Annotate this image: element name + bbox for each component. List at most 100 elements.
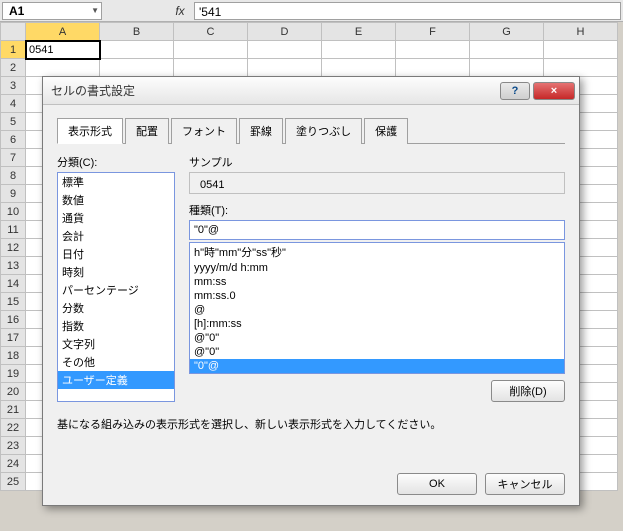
cell[interactable] xyxy=(470,41,544,59)
type-label: 種類(T): xyxy=(189,202,565,218)
hint-text: 基になる組み込みの表示形式を選択し、新しい表示形式を入力してください。 xyxy=(57,416,565,432)
tab-4[interactable]: 塗りつぶし xyxy=(285,118,362,144)
name-box[interactable]: A1 ▼ xyxy=(2,2,102,20)
category-item[interactable]: ユーザー定義 xyxy=(58,371,174,389)
cell[interactable] xyxy=(248,41,322,59)
format-cells-dialog: セルの書式設定 ? × 表示形式配置フォント罫線塗りつぶし保護 分類(C): 標… xyxy=(42,76,580,506)
sample-value: 0541 xyxy=(200,179,224,191)
cell[interactable] xyxy=(544,41,618,59)
type-item[interactable]: @"0" xyxy=(190,345,564,359)
row-header[interactable]: 3 xyxy=(1,77,26,95)
type-item[interactable]: @"0" xyxy=(190,331,564,345)
category-item[interactable]: 指数 xyxy=(58,317,174,335)
category-item[interactable]: 分数 xyxy=(58,299,174,317)
cell[interactable] xyxy=(100,59,174,77)
row-header[interactable]: 2 xyxy=(1,59,26,77)
row-header[interactable]: 18 xyxy=(1,347,26,365)
column-header[interactable]: E xyxy=(322,23,396,41)
row-header[interactable]: 4 xyxy=(1,95,26,113)
column-header[interactable]: A xyxy=(26,23,100,41)
sample-box: 0541 xyxy=(189,172,565,194)
category-item[interactable]: 日付 xyxy=(58,245,174,263)
row-header[interactable]: 1 xyxy=(1,41,26,59)
type-edit-input[interactable] xyxy=(189,220,565,240)
cell[interactable] xyxy=(100,41,174,59)
tab-1[interactable]: 配置 xyxy=(125,118,169,144)
category-item[interactable]: 通貨 xyxy=(58,209,174,227)
row-header[interactable]: 22 xyxy=(1,419,26,437)
row-header[interactable]: 9 xyxy=(1,185,26,203)
cell[interactable] xyxy=(470,59,544,77)
row-header[interactable]: 19 xyxy=(1,365,26,383)
tab-3[interactable]: 罫線 xyxy=(239,118,283,144)
category-list[interactable]: 標準数値通貨会計日付時刻パーセンテージ分数指数文字列その他ユーザー定義 xyxy=(57,172,175,402)
column-header[interactable]: C xyxy=(174,23,248,41)
type-item[interactable]: mm:ss.0 xyxy=(190,289,564,303)
dialog-title: セルの書式設定 xyxy=(51,82,500,99)
column-header[interactable]: B xyxy=(100,23,174,41)
dialog-titlebar[interactable]: セルの書式設定 ? × xyxy=(43,77,579,105)
tab-0[interactable]: 表示形式 xyxy=(57,118,123,144)
row-header[interactable]: 8 xyxy=(1,167,26,185)
cell[interactable] xyxy=(26,59,100,77)
category-item[interactable]: 会計 xyxy=(58,227,174,245)
category-item[interactable]: 数値 xyxy=(58,191,174,209)
cell[interactable] xyxy=(544,59,618,77)
sample-label: サンプル xyxy=(189,154,565,170)
row-header[interactable]: 10 xyxy=(1,203,26,221)
type-item[interactable]: "0"@ xyxy=(190,359,564,373)
row-header[interactable]: 16 xyxy=(1,311,26,329)
tab-5[interactable]: 保護 xyxy=(364,118,408,144)
cell[interactable] xyxy=(174,59,248,77)
row-header[interactable]: 17 xyxy=(1,329,26,347)
chevron-down-icon[interactable]: ▼ xyxy=(91,6,99,15)
row-header[interactable]: 14 xyxy=(1,275,26,293)
cell[interactable] xyxy=(322,41,396,59)
row-header[interactable]: 7 xyxy=(1,149,26,167)
formula-input[interactable]: '541 xyxy=(194,2,621,20)
row-header[interactable]: 11 xyxy=(1,221,26,239)
row-header[interactable]: 21 xyxy=(1,401,26,419)
row-header[interactable]: 13 xyxy=(1,257,26,275)
column-header[interactable]: F xyxy=(396,23,470,41)
column-header[interactable]: D xyxy=(248,23,322,41)
row-header[interactable]: 23 xyxy=(1,437,26,455)
fx-icon[interactable]: fx xyxy=(170,4,190,18)
cell[interactable] xyxy=(396,41,470,59)
category-item[interactable]: 文字列 xyxy=(58,335,174,353)
row-header[interactable]: 5 xyxy=(1,113,26,131)
name-box-value: A1 xyxy=(9,4,24,18)
row-header[interactable]: 20 xyxy=(1,383,26,401)
category-item[interactable]: パーセンテージ xyxy=(58,281,174,299)
type-item[interactable]: yyyy/m/d h:mm xyxy=(190,261,564,275)
column-header[interactable]: G xyxy=(470,23,544,41)
column-header[interactable]: H xyxy=(544,23,618,41)
category-item[interactable]: その他 xyxy=(58,353,174,371)
help-button[interactable]: ? xyxy=(500,82,530,100)
type-item[interactable]: mm:ss xyxy=(190,275,564,289)
category-item[interactable]: 時刻 xyxy=(58,263,174,281)
row-header[interactable]: 12 xyxy=(1,239,26,257)
type-item[interactable]: [h]:mm:ss xyxy=(190,317,564,331)
cell[interactable] xyxy=(248,59,322,77)
type-item[interactable]: h"時"mm"分"ss"秒" xyxy=(190,243,564,261)
cell[interactable] xyxy=(322,59,396,77)
ok-button[interactable]: OK xyxy=(397,473,477,495)
tab-2[interactable]: フォント xyxy=(171,118,237,144)
close-button[interactable]: × xyxy=(533,82,575,100)
type-item[interactable]: @ xyxy=(190,303,564,317)
cell[interactable] xyxy=(174,41,248,59)
dialog-tabs: 表示形式配置フォント罫線塗りつぶし保護 xyxy=(57,117,565,144)
row-header[interactable]: 25 xyxy=(1,473,26,491)
cancel-button[interactable]: キャンセル xyxy=(485,473,565,495)
category-item[interactable]: 標準 xyxy=(58,173,174,191)
formula-bar: A1 ▼ fx '541 xyxy=(0,0,623,22)
row-header[interactable]: 6 xyxy=(1,131,26,149)
delete-button[interactable]: 削除(D) xyxy=(491,380,565,402)
type-list[interactable]: h:mm:ssh"時"mm"分"h"時"mm"分"ss"秒"yyyy/m/d h… xyxy=(189,242,565,374)
cell[interactable] xyxy=(396,59,470,77)
select-all-corner[interactable] xyxy=(1,23,26,41)
cell[interactable]: 0541 xyxy=(26,41,100,59)
row-header[interactable]: 24 xyxy=(1,455,26,473)
row-header[interactable]: 15 xyxy=(1,293,26,311)
